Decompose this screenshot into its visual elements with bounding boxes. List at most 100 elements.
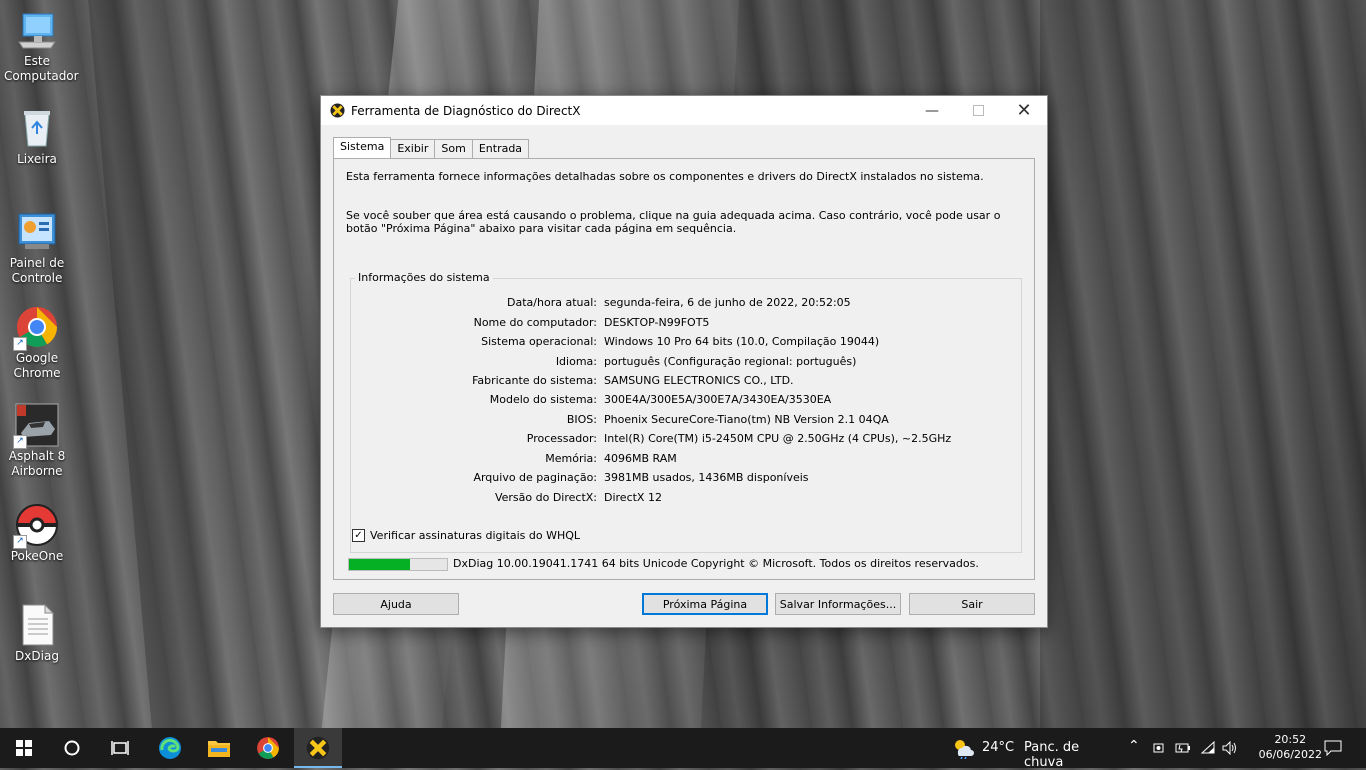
whql-checkbox-label: Verificar assinaturas digitais do WHQL: [370, 529, 581, 542]
dxdiag-window: Ferramenta de Diagnóstico do DirectX — ✕…: [320, 95, 1048, 628]
tab-entrada[interactable]: Entrada: [471, 139, 530, 158]
maximize-button[interactable]: [955, 96, 1001, 125]
info-row-os: Sistema operacional: Windows 10 Pro 64 b…: [351, 335, 1021, 351]
tab-som[interactable]: Som: [434, 139, 473, 158]
taskbar-file-explorer[interactable]: [195, 728, 243, 768]
desktop-icon-label: Controle: [11, 271, 63, 285]
shortcut-arrow-icon: ↗: [13, 337, 27, 351]
taskbar-edge[interactable]: [146, 728, 194, 768]
asphalt-icon: ↗: [13, 403, 59, 449]
battery-plug-icon[interactable]: [1175, 741, 1191, 755]
save-info-button[interactable]: Salvar Informações...: [775, 593, 901, 615]
desktop-icon-painel-de-controle[interactable]: Painel de Controle: [4, 210, 70, 286]
recycle-bin-icon: [15, 106, 59, 150]
desktop-icon-label: Airborne: [11, 464, 63, 478]
info-value: Phoenix SecureCore-Tiano(tm) NB Version …: [604, 413, 889, 426]
pokeball-icon: ↗: [13, 503, 59, 549]
progress-fill: [349, 559, 410, 570]
info-value: 4096MB RAM: [604, 452, 677, 465]
info-row-language: Idioma: português (Configuração regional…: [351, 355, 1021, 371]
next-page-button[interactable]: Próxima Página: [642, 593, 768, 615]
info-value: segunda-feira, 6 de junho de 2022, 20:52…: [604, 296, 851, 309]
weather-temp: 24°C: [982, 740, 1015, 755]
document-icon: [15, 603, 59, 647]
weather-text: Panc. de chuva: [1024, 740, 1080, 770]
whql-checkbox[interactable]: ✓: [352, 529, 365, 542]
notification-icon[interactable]: [1324, 740, 1342, 756]
volume-icon[interactable]: [1222, 741, 1238, 755]
status-text: DxDiag 10.00.19041.1741 64 bits Unicode …: [453, 557, 979, 570]
clock[interactable]: 20:52 06/06/2022: [1259, 732, 1322, 762]
info-row-memory: Memória: 4096MB RAM: [351, 452, 1021, 468]
title-bar[interactable]: Ferramenta de Diagnóstico do DirectX — ✕: [321, 96, 1047, 125]
edge-icon: [159, 737, 181, 759]
desktop-icon-lixeira[interactable]: Lixeira: [4, 106, 70, 167]
task-view-button[interactable]: [96, 728, 144, 768]
desktop-icon-label: Computador: [4, 69, 79, 83]
info-row-bios: BIOS: Phoenix SecureCore-Tiano(tm) NB Ve…: [351, 413, 1021, 429]
desktop-icon-pokeone[interactable]: ↗ PokeOne: [4, 503, 70, 564]
desktop-icon-label: Google: [15, 351, 59, 365]
system-info-group: Informações do sistema Data/hora atual: …: [350, 271, 1022, 553]
info-label: Memória:: [545, 452, 597, 465]
meet-now-icon[interactable]: [1153, 741, 1167, 755]
info-row-computer-name: Nome do computador: DESKTOP-N99FOT5: [351, 316, 1021, 332]
desktop-icon-asphalt-8[interactable]: ↗ Asphalt 8 Airborne: [4, 403, 70, 479]
whql-checkbox-row[interactable]: ✓ Verificar assinaturas digitais do WHQL: [352, 529, 580, 542]
info-label: Data/hora atual:: [507, 296, 597, 309]
info-row-datetime: Data/hora atual: segunda-feira, 6 de jun…: [351, 296, 1021, 312]
info-row-directx-version: Versão do DirectX: DirectX 12: [351, 491, 1021, 507]
window-title: Ferramenta de Diagnóstico do DirectX: [351, 103, 581, 118]
shortcut-arrow-icon: ↗: [13, 435, 27, 449]
help-button[interactable]: Ajuda: [333, 593, 459, 615]
close-icon: ✕: [1016, 100, 1032, 121]
minimize-icon: —: [925, 102, 939, 119]
start-button[interactable]: [0, 728, 48, 768]
computer-icon: [15, 8, 59, 52]
desktop-icon-dxdiag[interactable]: DxDiag: [4, 603, 70, 664]
exit-button[interactable]: Sair: [909, 593, 1035, 615]
info-row-page-file: Arquivo de paginação: 3981MB usados, 143…: [351, 471, 1021, 487]
instructions-text: Se você souber que área está causando o …: [346, 209, 1001, 235]
task-view-icon: [111, 741, 129, 755]
desktop-icon-este-computador[interactable]: Este Computador: [4, 8, 79, 84]
chrome-icon: [257, 737, 279, 759]
desktop-icon-label: Chrome: [13, 366, 61, 380]
desktop-icon-google-chrome[interactable]: ↗ Google Chrome: [4, 305, 70, 381]
desktop-icon-label: Asphalt 8: [8, 449, 66, 463]
info-label: Fabricante do sistema:: [472, 374, 597, 387]
desktop-icon-label: Lixeira: [17, 152, 57, 166]
wifi-icon[interactable]: [1200, 741, 1216, 755]
info-label: Versão do DirectX:: [494, 491, 597, 504]
tab-panel-sistema: Esta ferramenta fornece informações deta…: [333, 158, 1035, 580]
group-label: Informações do sistema: [355, 271, 493, 284]
tab-exibir[interactable]: Exibir: [390, 139, 436, 158]
show-hidden-icons-chevron-icon[interactable]: ⌃: [1128, 738, 1140, 754]
desktop-icon-label: PokeOne: [10, 549, 64, 563]
info-value: DESKTOP-N99FOT5: [604, 316, 710, 329]
minimize-button[interactable]: —: [909, 96, 955, 125]
info-row-manufacturer: Fabricante do sistema: SAMSUNG ELECTRONI…: [351, 374, 1021, 390]
info-label: Sistema operacional:: [481, 335, 597, 348]
weather-widget[interactable]: 24°C Panc. de chuva: [952, 728, 1122, 770]
search-button[interactable]: [48, 728, 96, 768]
info-value: português (Configuração regional: portug…: [604, 355, 857, 368]
progress-bar: [348, 558, 448, 571]
info-label: Modelo do sistema:: [489, 393, 597, 406]
taskbar-dxdiag[interactable]: [294, 728, 342, 768]
maximize-icon: [972, 105, 984, 116]
search-icon: [64, 740, 80, 756]
tab-sistema[interactable]: Sistema: [333, 137, 392, 158]
desktop-icon-label: Este: [24, 54, 50, 68]
close-button[interactable]: ✕: [1001, 96, 1047, 125]
desktop-icon-label: DxDiag: [15, 649, 59, 663]
taskbar-chrome[interactable]: [244, 728, 292, 768]
intro-text: Esta ferramenta fornece informações deta…: [346, 170, 984, 183]
info-value: Intel(R) Core(TM) i5-2450M CPU @ 2.50GHz…: [604, 432, 952, 445]
tab-strip: Sistema Exibir Som Entrada: [333, 137, 530, 158]
directx-icon: [330, 103, 345, 118]
info-label: Arquivo de paginação:: [473, 471, 597, 484]
info-label: Idioma:: [555, 355, 597, 368]
weather-rain-icon: [955, 740, 974, 759]
control-panel-icon: [15, 210, 59, 254]
